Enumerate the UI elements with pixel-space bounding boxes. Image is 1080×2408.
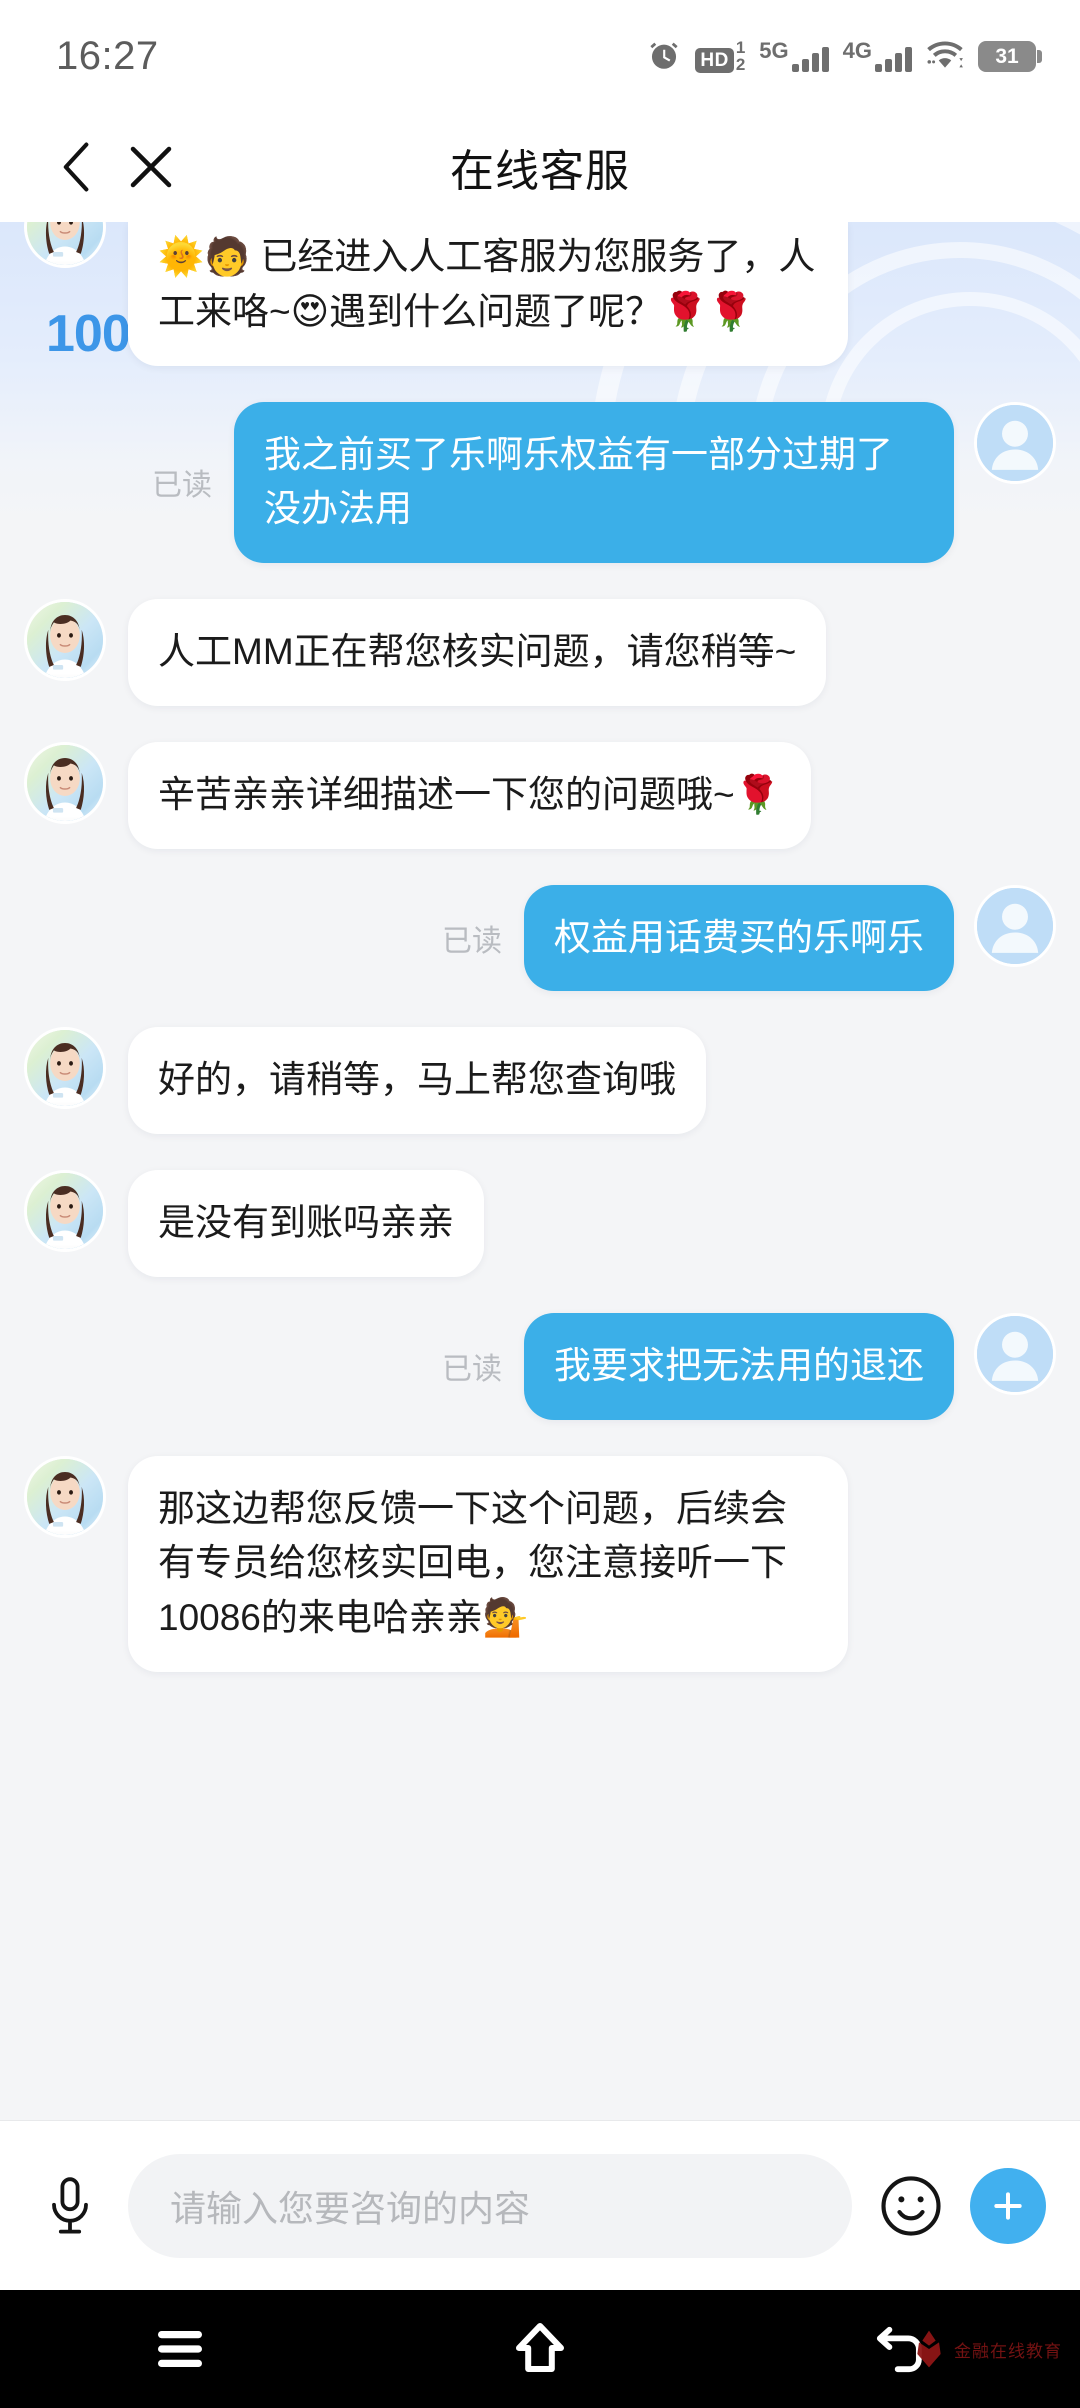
back-button[interactable] — [40, 130, 114, 204]
agent-avatar[interactable] — [24, 741, 106, 824]
phone-screen: 16:27 HD 1 2 5G 4G 31 在线客服 10086 🌞🧑 已经进入… — [0, 0, 1080, 2408]
user-avatar[interactable] — [974, 884, 1056, 967]
agent-avatar[interactable] — [24, 599, 106, 681]
agent-message-bubble[interactable]: 🌞🧑 已经进入人工客服为您服务了，人工来咯~😍遇到什么问题了呢？🌹🌹 — [128, 222, 848, 366]
chevron-left-icon — [63, 142, 89, 192]
wifi-icon — [926, 40, 964, 72]
smiley-face-icon — [881, 2175, 941, 2236]
message-input-bar: 请输入您要咨询的内容 — [0, 2120, 1080, 2290]
message-row: 好的，请稍等，马上帮您查询哦 — [0, 1027, 1080, 1134]
message-row: 辛苦亲亲详细描述一下您的问题哦~🌹 — [0, 741, 1080, 849]
message-row: 人工MM正在帮您核实问题，请您稍等~ — [0, 599, 1080, 706]
voice-input-button[interactable] — [34, 2170, 106, 2242]
add-attachment-button[interactable] — [970, 2167, 1046, 2244]
android-navigation-bar: 金融在线教育 — [0, 2290, 1080, 2408]
hd-volte-icon: HD 1 2 — [695, 39, 745, 73]
home-icon — [516, 2323, 564, 2372]
plus-icon — [994, 2191, 1022, 2220]
message-row: 是没有到账吗亲亲 — [0, 1170, 1080, 1277]
message-row: 那这边帮您反馈一下这个问题，后续会有专员给您核实回电，您注意接听一下10086的… — [0, 1455, 1080, 1672]
message-input-field[interactable]: 请输入您要咨询的内容 — [128, 2153, 852, 2258]
status-bar-clock: 16:27 — [56, 33, 159, 78]
agent-message-bubble[interactable]: 人工MM正在帮您核实问题，请您稍等~ — [128, 599, 827, 706]
signal-5g-icon: 5G — [759, 40, 829, 72]
read-receipt: 已读 — [152, 469, 212, 503]
nav-recents-button[interactable] — [0, 2327, 360, 2371]
menu-icon — [158, 2331, 202, 2367]
chat-scroll-area[interactable]: 10086 🌞🧑 已经进入人工客服为您服务了，人工来咯~😍遇到什么问题了呢？🌹🌹… — [0, 222, 1080, 2120]
message-input-placeholder: 请输入您要咨询的内容 — [170, 2187, 531, 2229]
user-message-bubble[interactable]: 权益用话费买的乐啊乐 — [524, 884, 954, 992]
agent-avatar[interactable] — [24, 222, 106, 268]
read-receipt: 已读 — [442, 1353, 502, 1387]
agent-message-bubble[interactable]: 是没有到账吗亲亲 — [128, 1170, 484, 1277]
message-row: 🌞🧑 已经进入人工客服为您服务了，人工来咯~😍遇到什么问题了呢？🌹🌹 — [0, 222, 1080, 366]
message-row: 已读 权益用话费买的乐啊乐 — [0, 884, 1080, 992]
agent-message-bubble[interactable]: 辛苦亲亲详细描述一下您的问题哦~🌹 — [128, 741, 811, 849]
user-message-bubble[interactable]: 我要求把无法用的退还 — [524, 1312, 954, 1420]
screen-recorder-watermark: 金融在线教育 — [912, 2329, 1062, 2369]
watermark-logo-icon — [917, 2330, 941, 2368]
message-row: 已读 我之前买了乐啊乐权益有一部分过期了没办法用 — [0, 401, 1080, 563]
close-button[interactable] — [114, 130, 188, 204]
user-avatar[interactable] — [974, 401, 1056, 484]
read-receipt: 已读 — [442, 924, 502, 958]
status-bar: 16:27 HD 1 2 5G 4G 31 — [0, 0, 1080, 112]
agent-message-bubble[interactable]: 那这边帮您反馈一下这个问题，后续会有专员给您核实回电，您注意接听一下10086的… — [128, 1455, 848, 1672]
message-row: 已读 我要求把无法用的退还 — [0, 1312, 1080, 1420]
microphone-icon — [52, 2176, 88, 2233]
message-list: 🌞🧑 已经进入人工客服为您服务了，人工来咯~😍遇到什么问题了呢？🌹🌹 已读 我之前买… — [0, 222, 1080, 1732]
app-header: 在线客服 — [0, 112, 1080, 222]
user-message-bubble[interactable]: 我之前买了乐啊乐权益有一部分过期了没办法用 — [234, 401, 954, 563]
agent-message-bubble[interactable]: 好的，请稍等，马上帮您查询哦 — [128, 1027, 706, 1134]
agent-avatar[interactable] — [24, 1027, 106, 1110]
battery-icon: 31 — [978, 40, 1042, 72]
agent-avatar[interactable] — [24, 1455, 106, 1538]
watermark-text: 金融在线教育 — [954, 2341, 1062, 2361]
agent-avatar[interactable] — [24, 1170, 106, 1252]
status-bar-icons: HD 1 2 5G 4G 31 — [647, 39, 1042, 73]
signal-4g-icon: 4G — [843, 40, 912, 72]
alarm-clock-icon — [647, 39, 681, 73]
nav-home-button[interactable] — [360, 2322, 720, 2376]
user-avatar[interactable] — [974, 1312, 1056, 1395]
emoji-button[interactable] — [874, 2169, 948, 2243]
close-icon — [130, 146, 172, 188]
